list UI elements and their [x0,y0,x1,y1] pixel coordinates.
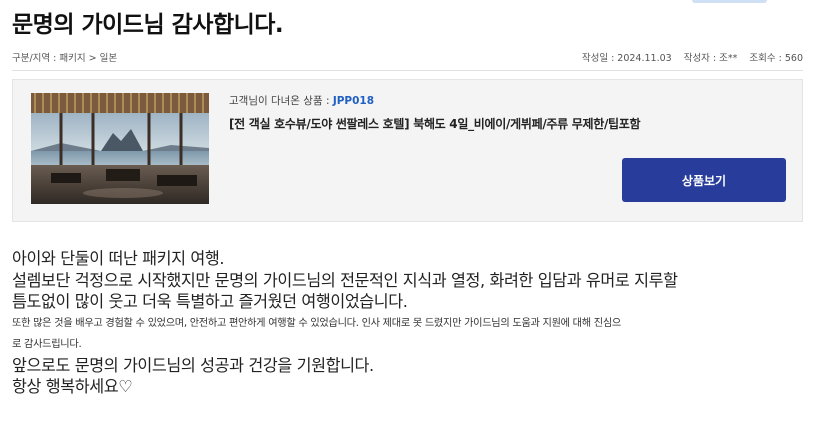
review-line: 항상 행복하세요♡ [12,377,133,396]
view-product-button[interactable]: 상품보기 [622,158,786,202]
product-code-link[interactable]: JPP018 [333,95,374,107]
product-label: 고객님이 다녀온 상품 : JPP018 [229,93,374,108]
product-card: 고객님이 다녀온 상품 : JPP018 [전 객실 호수뷰/도야 썬팔레스 호… [12,79,803,222]
review-line: 로 감사드립니다. [12,338,82,350]
review-body: 아이와 단둘이 떠난 패키지 여행. 설렘보단 걱정으로 시작했지만 문명의 가… [12,248,803,398]
post-meta: 구분/지역 : 패키지 > 일본 작성일 : 2024.11.03 작성자 : 조… [12,50,803,66]
post-date: 작성일 : 2024.11.03 [581,53,672,64]
review-line: 앞으로도 문명의 가이드님의 성공과 건강을 기원합니다. [12,355,374,375]
hotel-lobby-lake-view-image[interactable] [31,93,209,204]
product-label-prefix: 고객님이 다녀온 상품 : [229,95,333,107]
breadcrumb: 구분/지역 : 패키지 > 일본 [12,53,118,64]
review-line: 틈도없이 많이 웃고 더욱 특별하고 즐거웠던 여행이었습니다. [12,292,408,311]
post-info: 작성일 : 2024.11.03 작성자 : 조** 조회수 : 560 [582,50,803,64]
review-line: 설렘보단 걱정으로 시작했지만 문명의 가이드님의 전문적인 지식과 열정, 화… [12,270,678,290]
top-tab-indicator [692,0,767,3]
post-views: 조회수 : 560 [749,53,803,64]
post-author: 작성자 : 조** [683,53,738,64]
review-line: 아이와 단둘이 떠난 패키지 여행. [12,249,225,268]
review-line: 또한 많은 것을 배우고 경험할 수 있었으며, 안전하고 편안하게 여행할 수… [12,317,621,329]
page-title: 문명의 가이드님 감사합니다. [12,12,284,38]
product-name[interactable]: [전 객실 호수뷰/도야 썬팔레스 호텔] 북해도 4일_비에이/게뷔페/주류 … [229,115,641,132]
header-divider [12,70,803,71]
